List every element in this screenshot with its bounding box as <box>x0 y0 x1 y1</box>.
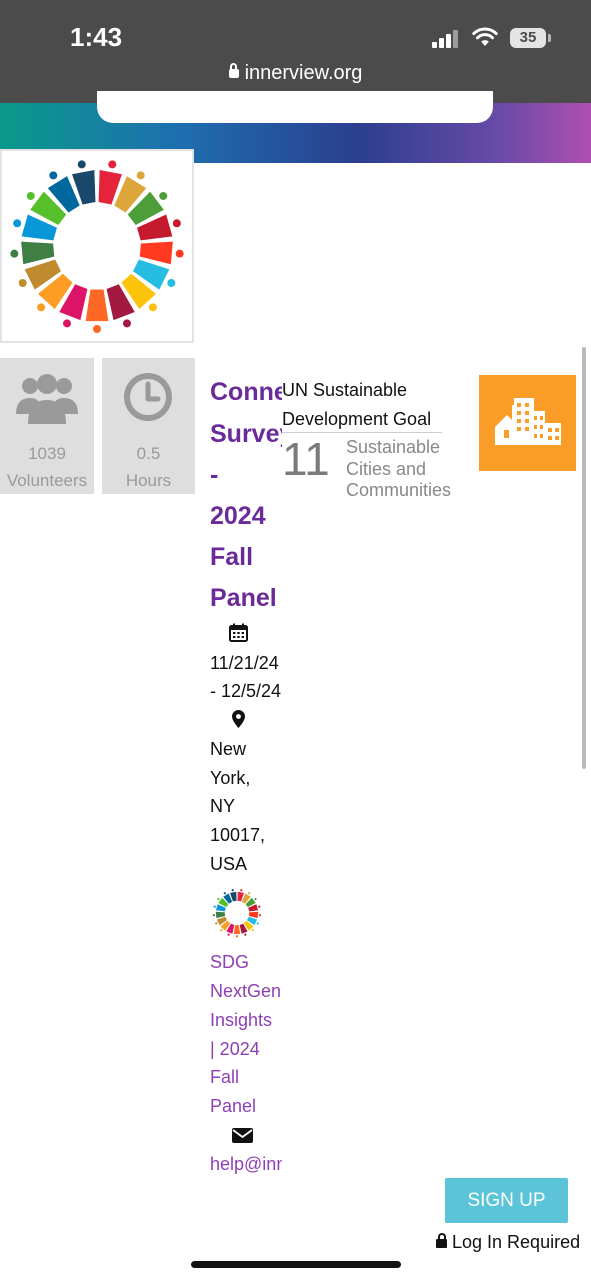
event-location: USA <box>210 854 248 874</box>
people-icon <box>16 374 78 424</box>
un-goal-heading: UN Sustainable Development Goal <box>282 376 431 434</box>
status-bar: 1:43 35 innerview.org <box>0 0 591 103</box>
sign-up-button[interactable]: SIGN UP <box>445 1178 568 1223</box>
cellular-signal-icon <box>432 30 460 48</box>
clock-icon <box>124 373 172 421</box>
event-title-line[interactable]: Fall <box>210 543 253 572</box>
org-logo-icon <box>212 889 262 938</box>
lock-icon <box>228 63 239 78</box>
event-date: 11/21/24 <box>210 653 279 673</box>
volunteers-count: 1039 <box>28 444 66 463</box>
lock-icon <box>436 1233 447 1248</box>
status-time: 1:43 <box>70 22 123 52</box>
event-location: NY <box>210 796 236 816</box>
event-title-line[interactable]: - <box>210 461 218 490</box>
organizer-link[interactable]: | 2024 <box>210 1039 260 1060</box>
event-location: New <box>210 739 247 759</box>
login-required-text: Log In Required <box>452 1232 581 1252</box>
goal-number: 11 <box>282 433 330 485</box>
goal-11-tile[interactable] <box>479 375 576 471</box>
goal-name-line: Sustainable <box>346 437 441 457</box>
envelope-icon <box>232 1128 253 1143</box>
hours-label: Hours <box>125 471 172 490</box>
battery-icon: 35 <box>510 28 551 48</box>
organizer-link[interactable]: Insights <box>210 1010 272 1031</box>
volunteers-label: Volunteers <box>6 471 88 490</box>
home-indicator[interactable] <box>191 1261 401 1268</box>
event-location: York, <box>210 768 251 788</box>
city-buildings-icon <box>495 398 561 445</box>
goal-name-line: Cities and <box>346 458 427 479</box>
hours-value: 0.5 <box>136 444 161 463</box>
address-bar[interactable]: innerview.org <box>0 62 591 85</box>
url-text: innerview.org <box>244 62 363 84</box>
volunteers-stat: 1039 Volunteers <box>0 358 94 494</box>
sdg-wheel-logo <box>0 149 194 343</box>
event-title-line[interactable]: Panel <box>210 584 277 613</box>
scrollbar[interactable] <box>582 347 586 769</box>
header-search-box[interactable] <box>97 91 493 123</box>
un-goal-heading-line: UN Sustainable <box>282 380 408 400</box>
event-date: - 12/5/24 <box>210 681 282 701</box>
event-title-line[interactable]: 2024 <box>210 502 266 531</box>
un-goal-heading-line: Development Goal <box>282 409 432 429</box>
goal-name-line: Communities <box>346 480 452 500</box>
contact-email-link[interactable]: help@innerview.org <box>210 1154 282 1175</box>
organizer-link[interactable]: NextGen <box>210 981 281 1002</box>
event-location: 10017, <box>210 825 266 845</box>
organizer-link[interactable]: SDG <box>210 952 249 973</box>
organizer-link[interactable]: Panel <box>210 1096 256 1117</box>
map-pin-icon <box>232 710 245 728</box>
organizer-link[interactable]: Fall <box>210 1067 239 1088</box>
event-details: Connec Survey - 2024 Fall Panel 11/21/24… <box>210 376 282 1186</box>
goal-name: Sustainable Cities and Communities <box>346 437 451 502</box>
hours-stat: 0.5 Hours <box>102 358 195 494</box>
sdg-wheel-icon <box>10 160 184 333</box>
wifi-icon <box>472 27 498 46</box>
event-title-line[interactable]: Connec <box>210 378 282 407</box>
calendar-icon <box>229 623 248 642</box>
login-required-note[interactable]: Log In Required <box>436 1232 580 1253</box>
event-title-line[interactable]: Survey <box>210 420 282 449</box>
